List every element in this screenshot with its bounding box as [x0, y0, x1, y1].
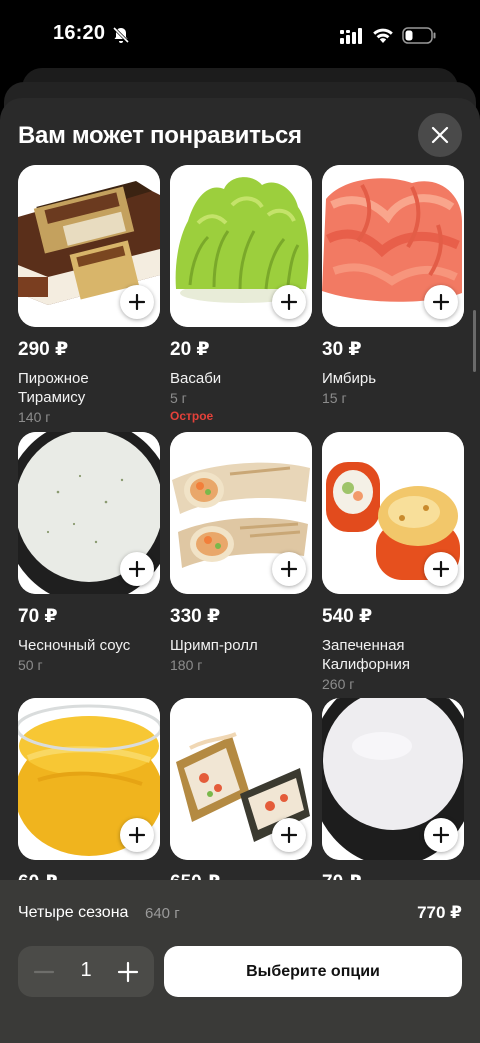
selected-item-price: 770 ₽	[417, 903, 462, 922]
product-image[interactable]	[170, 698, 312, 860]
product-name: Чесночный соус	[18, 637, 131, 654]
order-panel: Четыре сезона 640 г 770 ₽ 1 Выберите опц…	[0, 880, 480, 1043]
spicy-tag: Острое	[170, 409, 214, 423]
product-name: Пирожное Тирамису	[18, 370, 89, 406]
plus-icon	[129, 561, 145, 577]
wifi-icon	[373, 28, 393, 43]
close-button[interactable]	[418, 113, 462, 157]
product-weight: 180 г	[170, 657, 203, 673]
plus-icon	[433, 827, 449, 843]
product-weight: 140 г	[18, 409, 51, 425]
plus-icon	[281, 561, 297, 577]
product-weight: 260 г	[322, 676, 355, 692]
close-icon	[431, 126, 449, 144]
product-name: Имбирь	[322, 370, 377, 387]
decrease-quantity-button[interactable]	[26, 954, 62, 990]
product-price: 540 ₽	[322, 606, 373, 627]
minus-icon	[33, 970, 55, 974]
product-image[interactable]	[170, 432, 312, 594]
cellular-signal-icon	[340, 28, 362, 44]
selected-item-weight: 640 г	[145, 905, 180, 922]
product-price: 20 ₽	[170, 339, 210, 360]
product-card[interactable]: 30 ₽ Имбирь 15 г	[322, 165, 464, 406]
product-card[interactable]: 70 ₽ Чесночный соус 50 г	[18, 432, 160, 673]
add-button[interactable]	[424, 818, 458, 852]
quantity-value: 1	[80, 959, 92, 981]
product-card[interactable]: 330 ₽ Шримп-ролл 180 г	[170, 432, 312, 673]
add-button[interactable]	[120, 552, 154, 586]
status-time: 16:20	[53, 22, 106, 44]
add-button[interactable]	[272, 285, 306, 319]
choose-options-button[interactable]: Выберите опции	[164, 946, 462, 997]
plus-icon	[129, 294, 145, 310]
add-button[interactable]	[272, 552, 306, 586]
product-price: 70 ₽	[18, 606, 58, 627]
product-image[interactable]	[322, 698, 464, 860]
product-name: Запеченная Калифорния	[322, 637, 411, 673]
add-button[interactable]	[424, 552, 458, 586]
product-card[interactable]: 290 ₽ Пирожное Тирамису 140 г	[18, 165, 160, 425]
product-card[interactable]: 540 ₽ Запеченная Калифорния 260 г	[322, 432, 464, 692]
product-card[interactable]: 650 ₽	[170, 698, 312, 897]
increase-quantity-button[interactable]	[110, 954, 146, 990]
product-image[interactable]	[18, 165, 160, 327]
plus-icon	[129, 827, 145, 843]
product-price: 30 ₽	[322, 339, 362, 360]
product-price: 290 ₽	[18, 339, 69, 360]
plus-icon	[433, 294, 449, 310]
product-image[interactable]	[170, 165, 312, 327]
product-image[interactable]	[18, 432, 160, 594]
add-button[interactable]	[424, 285, 458, 319]
product-name: Васаби	[170, 370, 222, 387]
product-price: 330 ₽	[170, 606, 221, 627]
add-button[interactable]	[120, 285, 154, 319]
plus-icon	[117, 961, 139, 983]
product-card[interactable]: 60 ₽	[18, 698, 160, 897]
product-image[interactable]	[322, 432, 464, 594]
scrollbar[interactable]	[473, 310, 476, 372]
bell-slash-icon	[112, 26, 130, 44]
plus-icon	[433, 561, 449, 577]
selected-item-name: Четыре сезона	[18, 904, 129, 921]
product-weight: 50 г	[18, 657, 43, 673]
plus-icon	[281, 827, 297, 843]
plus-icon	[281, 294, 297, 310]
status-bar: 16:20	[0, 0, 480, 70]
sheet-title: Вам может понравиться	[18, 122, 302, 149]
product-card[interactable]: 70 ₽	[322, 698, 464, 897]
product-weight: 5 г	[170, 390, 187, 406]
product-card[interactable]: 20 ₽ Васаби 5 г Острое	[170, 165, 312, 423]
add-button[interactable]	[120, 818, 154, 852]
add-button[interactable]	[272, 818, 306, 852]
battery-icon	[402, 27, 436, 44]
quantity-stepper: 1	[18, 946, 154, 997]
product-name: Шримп-ролл	[170, 637, 258, 654]
product-weight: 15 г	[322, 390, 347, 406]
product-image[interactable]	[322, 165, 464, 327]
product-image[interactable]	[18, 698, 160, 860]
